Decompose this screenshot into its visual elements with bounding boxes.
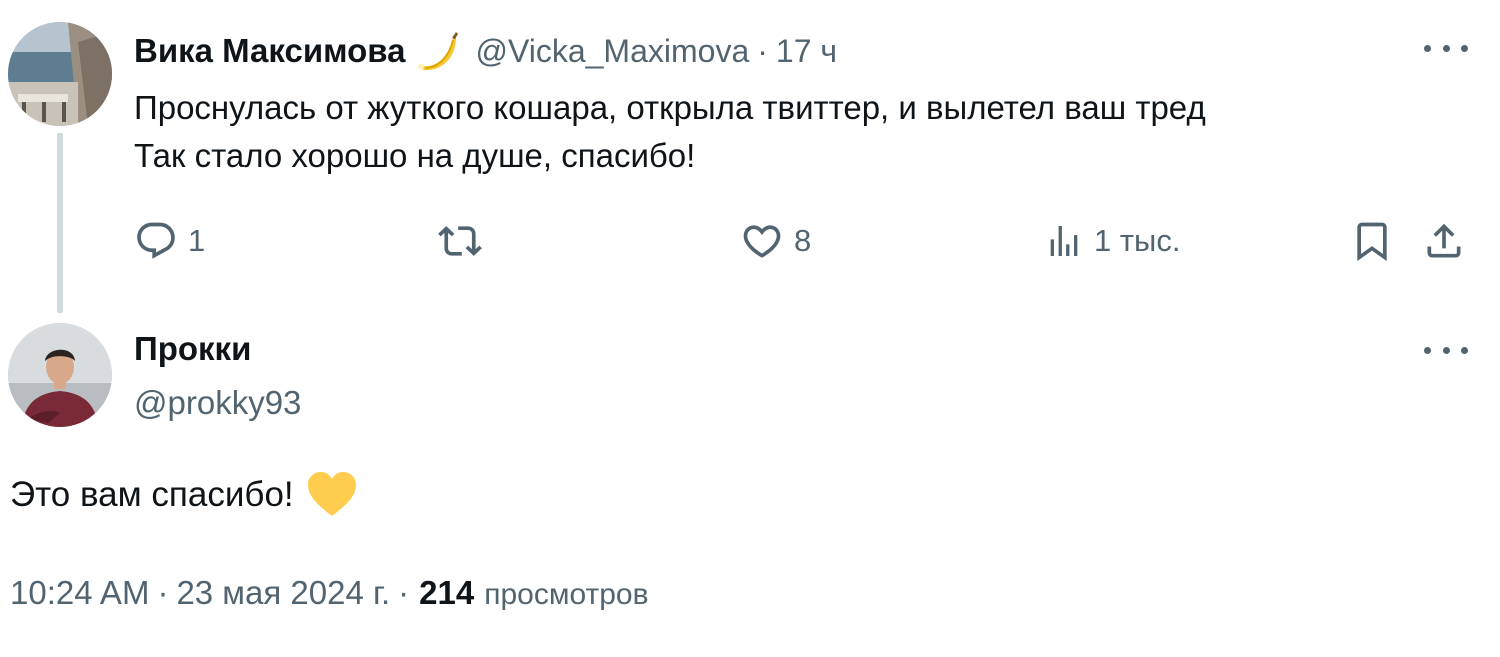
views-chart-icon xyxy=(1050,226,1078,256)
reply-icon xyxy=(137,222,175,259)
tweet-time[interactable]: 17 ч xyxy=(776,33,837,70)
heart-icon xyxy=(743,225,781,258)
views-count: 214 xyxy=(419,574,475,611)
tweet-timestamp[interactable]: 10:24 AM xyxy=(10,574,149,612)
views-count: 1 тыс. xyxy=(1094,223,1181,258)
separator-dot: · xyxy=(398,574,410,611)
tweet-meta: 10:24 AM · 23 мая 2024 г. · 214 просмотр… xyxy=(10,574,649,612)
tweet-thread: Вика Максимова @Vicka_Maximova · 17 ч Пр… xyxy=(0,0,1500,657)
more-options-icon[interactable] xyxy=(1424,340,1468,360)
tweet-text: Это вам спасибо! xyxy=(10,470,358,520)
retweet-icon xyxy=(438,226,482,256)
separator-dot: · xyxy=(757,32,768,69)
retweet-button[interactable] xyxy=(436,216,484,266)
avatar[interactable] xyxy=(8,22,112,126)
tweet-header: Вика Максимова @Vicka_Maximova · 17 ч xyxy=(134,28,837,74)
yellow-heart-icon xyxy=(307,472,356,516)
author-name[interactable]: Вика Максимова xyxy=(134,32,405,70)
avatar-image xyxy=(8,323,112,427)
bookmark-button[interactable] xyxy=(1350,216,1394,266)
bookmark-icon xyxy=(1357,222,1387,262)
reply-button[interactable]: 1 xyxy=(134,216,205,266)
reply-count: 1 xyxy=(188,223,206,258)
share-button[interactable] xyxy=(1422,216,1466,266)
avatar[interactable] xyxy=(8,323,112,427)
author-handle[interactable]: @Vicka_Maximova xyxy=(475,33,749,70)
author-name[interactable]: Прокки xyxy=(134,330,251,368)
like-button[interactable]: 8 xyxy=(740,216,811,266)
separator-dot: · xyxy=(157,574,169,611)
views-button[interactable]: 1 тыс. xyxy=(1044,216,1180,266)
tweet-text: Проснулась от жуткого кошара, открыла тв… xyxy=(134,84,1206,180)
like-count: 8 xyxy=(794,223,812,258)
tweet-date[interactable]: 23 мая 2024 г. xyxy=(176,574,390,612)
tweet-text-line: Проснулась от жуткого кошара, открыла тв… xyxy=(134,89,1206,126)
thread-connector-line xyxy=(57,133,63,313)
tweet-text-line: Так стало хорошо на душе, спасибо! xyxy=(134,137,696,174)
views-label: просмотров xyxy=(484,578,649,611)
author-handle[interactable]: @prokky93 xyxy=(134,384,301,422)
tweet-actions: 1 8 1 тыс. xyxy=(134,216,1470,266)
more-options-icon[interactable] xyxy=(1424,38,1468,58)
tweet-text-content: Это вам спасибо! xyxy=(10,475,294,514)
share-icon xyxy=(1427,223,1461,258)
banana-icon xyxy=(418,32,459,71)
avatar-image xyxy=(8,22,112,126)
